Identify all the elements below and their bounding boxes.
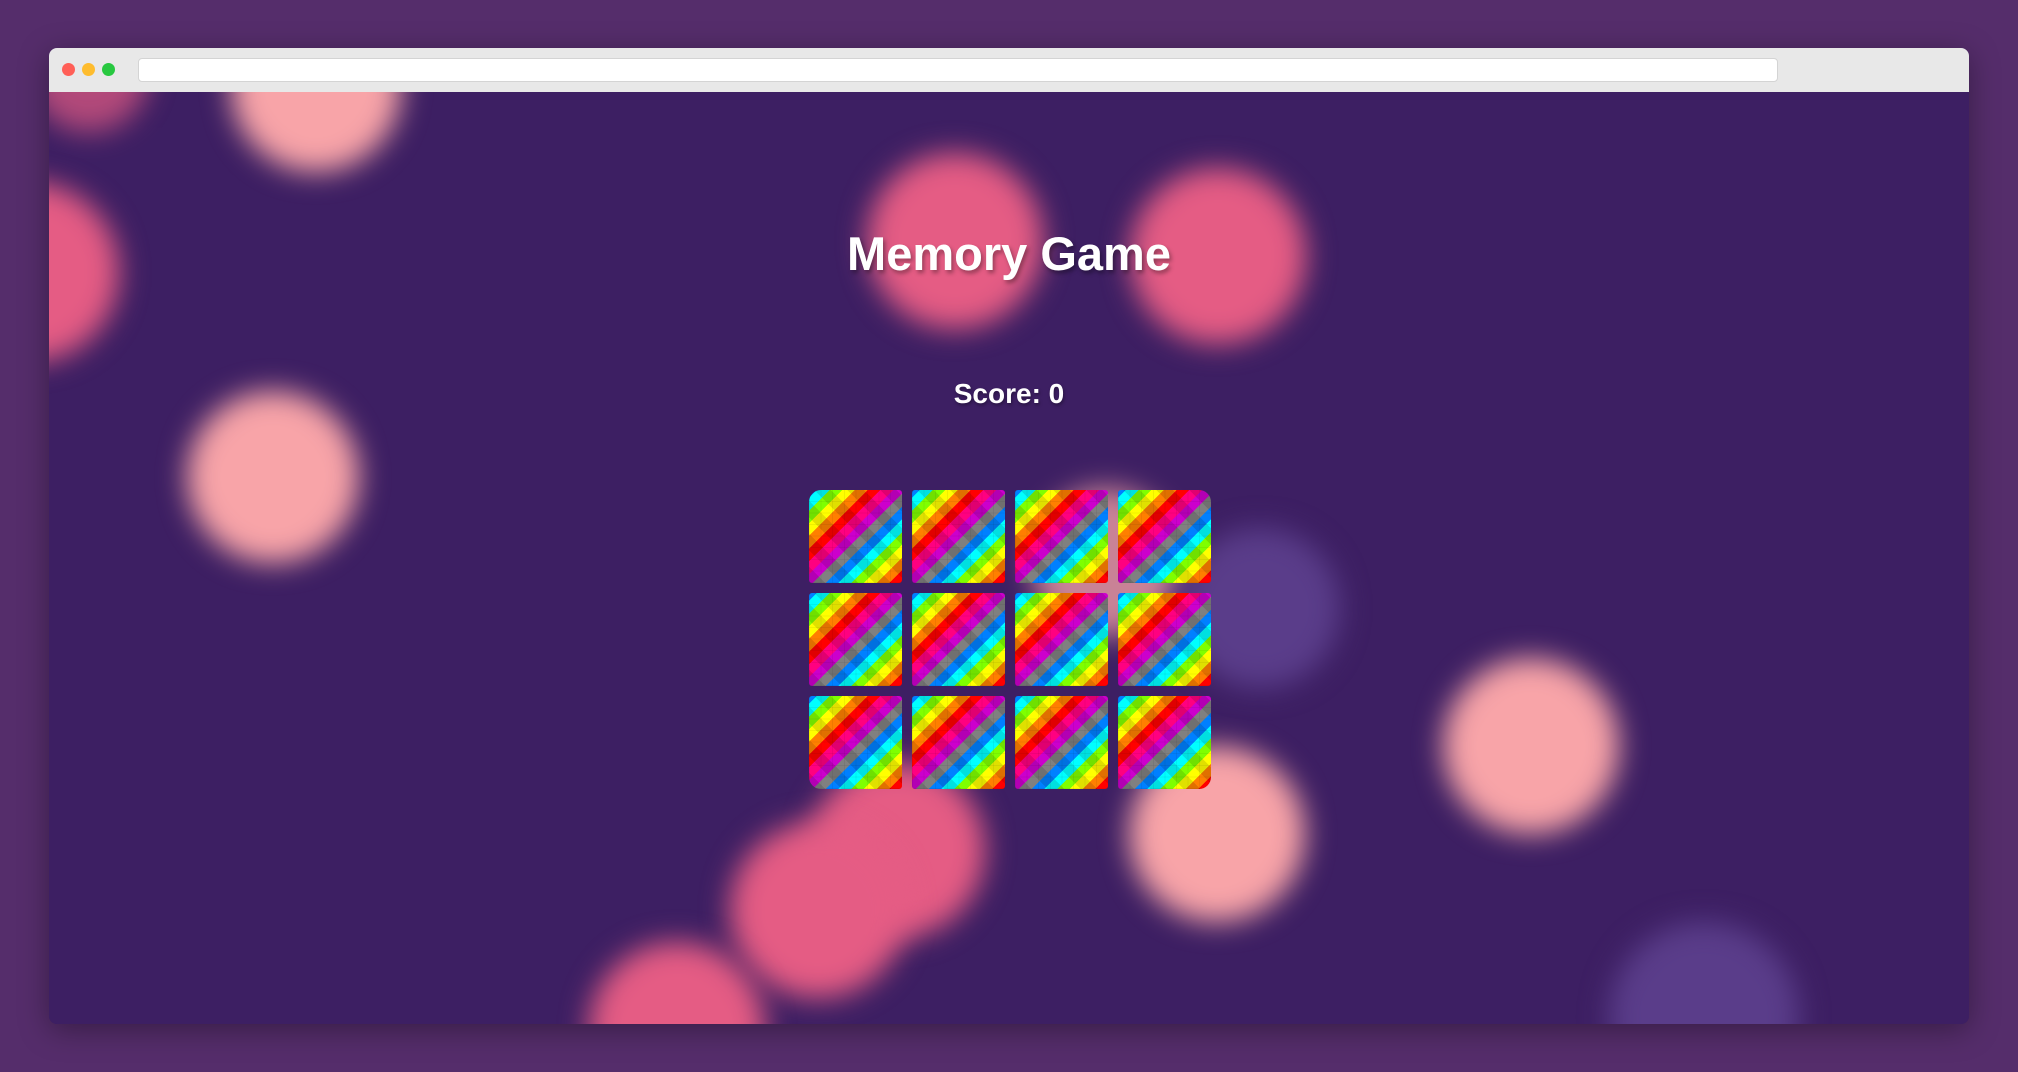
bokeh-circle bbox=[1609, 922, 1799, 1024]
maximize-window-button[interactable] bbox=[102, 63, 115, 76]
memory-card[interactable] bbox=[809, 490, 902, 583]
bokeh-circle bbox=[187, 391, 359, 563]
bokeh-circle bbox=[231, 92, 401, 172]
bokeh-circle bbox=[49, 92, 149, 132]
memory-card[interactable] bbox=[1118, 593, 1211, 686]
address-bar[interactable] bbox=[138, 58, 1778, 82]
close-window-button[interactable] bbox=[62, 63, 75, 76]
bokeh-circle bbox=[1443, 658, 1619, 834]
memory-card[interactable] bbox=[1118, 490, 1211, 583]
minimize-window-button[interactable] bbox=[82, 63, 95, 76]
memory-card[interactable] bbox=[912, 593, 1005, 686]
bokeh-circle bbox=[589, 942, 765, 1024]
card-grid bbox=[809, 490, 1211, 792]
memory-card[interactable] bbox=[912, 490, 1005, 583]
memory-card[interactable] bbox=[912, 696, 1005, 789]
memory-card[interactable] bbox=[809, 696, 902, 789]
memory-card[interactable] bbox=[1015, 490, 1108, 583]
browser-window: Memory Game Score: 0 bbox=[49, 48, 1969, 1024]
memory-card[interactable] bbox=[1015, 593, 1108, 686]
score-display: Score: 0 bbox=[953, 378, 1065, 409]
memory-card[interactable] bbox=[809, 593, 902, 686]
memory-card[interactable] bbox=[1118, 696, 1211, 789]
memory-card[interactable] bbox=[1015, 696, 1108, 789]
game-title: Memory Game bbox=[847, 227, 1171, 280]
bokeh-circle bbox=[730, 822, 906, 998]
browser-toolbar bbox=[49, 48, 1969, 93]
game-page: Memory Game Score: 0 bbox=[49, 92, 1969, 1024]
